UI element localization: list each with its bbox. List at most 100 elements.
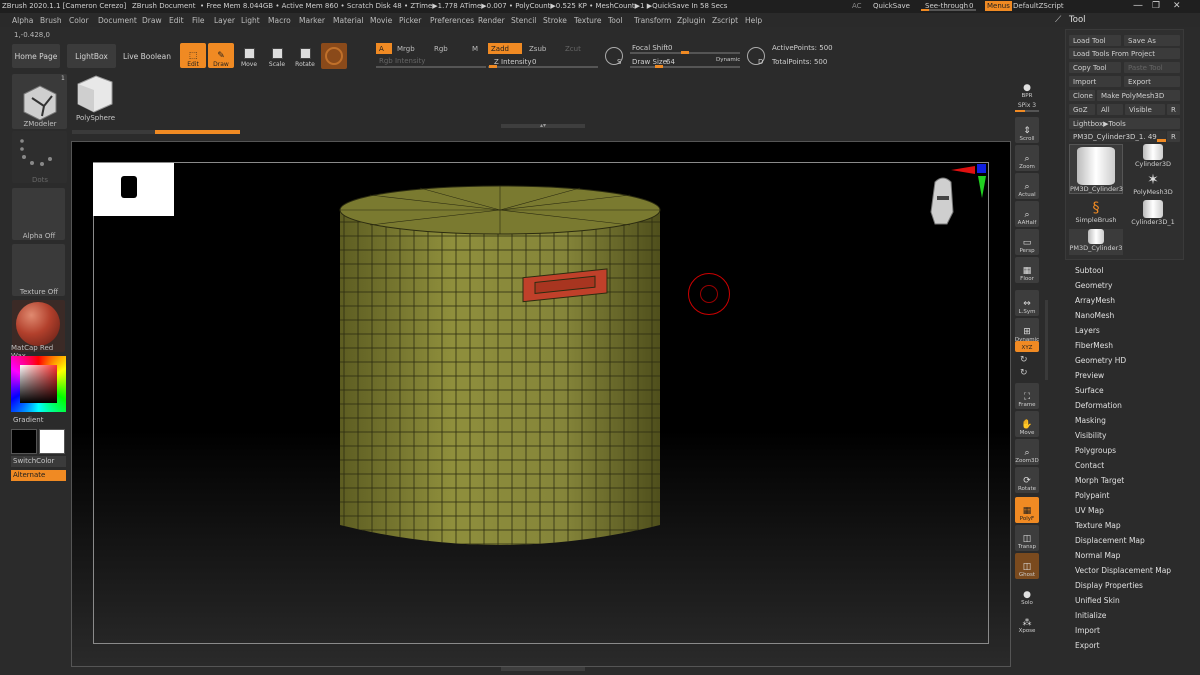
scale-button[interactable]: Scale — [264, 43, 290, 68]
rotate-view-button[interactable]: ⟳ Rotate — [1015, 467, 1039, 493]
menu-picker[interactable]: Picker — [399, 16, 421, 25]
menu-macro[interactable]: Macro — [268, 16, 291, 25]
menu-help[interactable]: Help — [745, 16, 762, 25]
subpalette-initialize[interactable]: Initialize — [1075, 611, 1106, 620]
paste-tool-button[interactable]: Paste Tool — [1124, 62, 1180, 73]
all-button[interactable]: All — [1097, 104, 1123, 115]
tool-thumb-polymesh3d[interactable]: ✶ PolyMesh3D — [1126, 172, 1180, 200]
switchcolor-button[interactable]: SwitchColor — [11, 456, 66, 467]
lsym-button[interactable]: ⇔ L.Sym — [1015, 290, 1039, 316]
polysphere-thumb[interactable] — [72, 72, 116, 116]
alternate-button[interactable]: Alternate — [11, 470, 66, 481]
gradient-label[interactable]: Gradient — [13, 416, 43, 424]
menu-file[interactable]: File — [192, 16, 205, 25]
shelf-collapse-handle[interactable]: ▴▾ — [501, 123, 585, 129]
menu-zscript[interactable]: Zscript — [712, 16, 738, 25]
mrgb-button[interactable]: Mrgb — [394, 43, 428, 54]
tool-thumb-cylinder3d-1[interactable]: Cylinder3D_1 — [1126, 200, 1180, 228]
menu-stroke[interactable]: Stroke — [543, 16, 567, 25]
color-picker[interactable] — [11, 356, 66, 412]
menu-zplugin[interactable]: Zplugin — [677, 16, 705, 25]
subpalette-display-properties[interactable]: Display Properties — [1075, 581, 1143, 590]
visible-button[interactable]: Visible — [1125, 104, 1165, 115]
tool-thumb-pm3d-cylinder[interactable]: PM3D_Cylinder3 — [1069, 144, 1123, 194]
save-as-button[interactable]: Save As — [1124, 35, 1180, 46]
subpalette-layers[interactable]: Layers — [1075, 326, 1100, 335]
default-zscript[interactable]: DefaultZScript — [1013, 2, 1064, 10]
zoom3d-button[interactable]: ⌕ Zoom3D — [1015, 439, 1039, 465]
scroll-button[interactable]: ⇕ Scroll — [1015, 117, 1039, 143]
frame-button[interactable]: ⛶ Frame — [1015, 383, 1039, 409]
subpalette-texture-map[interactable]: Texture Map — [1075, 521, 1121, 530]
menu-material[interactable]: Material — [333, 16, 363, 25]
menu-alpha[interactable]: Alpha — [12, 16, 33, 25]
lightbox-tools-button[interactable]: Lightbox▶Tools — [1069, 118, 1180, 129]
xpose-button[interactable]: ⁂ Xpose — [1015, 609, 1039, 635]
menu-layer[interactable]: Layer — [214, 16, 235, 25]
floor-button[interactable]: ▦ Floor — [1015, 257, 1039, 283]
clone-button[interactable]: Clone — [1069, 90, 1095, 101]
navigation-thumbnail[interactable] — [93, 163, 174, 216]
menu-movie[interactable]: Movie — [370, 16, 392, 25]
menus-toggle[interactable]: Menus — [985, 1, 1012, 11]
subpalette-import[interactable]: Import — [1075, 626, 1100, 635]
import-button[interactable]: Import — [1069, 76, 1121, 87]
lightbox-button[interactable]: LightBox — [67, 44, 116, 68]
rgb-button[interactable]: Rgb — [431, 43, 461, 54]
goz-button[interactable]: GoZ — [1069, 104, 1095, 115]
export-button[interactable]: Export — [1124, 76, 1180, 87]
menu-marker[interactable]: Marker — [299, 16, 325, 25]
menu-render[interactable]: Render — [478, 16, 505, 25]
z-intensity-knob[interactable] — [489, 65, 497, 68]
dynamic-label[interactable]: Dynamic — [716, 57, 740, 63]
menu-brush[interactable]: Brush — [40, 16, 62, 25]
persp-button[interactable]: ▭ Persp — [1015, 229, 1039, 255]
subpalette-polypaint[interactable]: Polypaint — [1075, 491, 1110, 500]
orientation-gizmo[interactable] — [925, 160, 995, 240]
subpalette-normal-map[interactable]: Normal Map — [1075, 551, 1120, 560]
draw-size-slider[interactable] — [630, 66, 740, 68]
spix-slider[interactable] — [1015, 110, 1039, 112]
menu-texture[interactable]: Texture — [574, 16, 601, 25]
rotate-z-icon[interactable]: ↻ — [1020, 368, 1028, 378]
spix-label[interactable]: SPix 3 — [1015, 102, 1039, 109]
zcut-button[interactable]: Zcut — [562, 43, 590, 54]
edit-button[interactable]: ⬚ Edit — [180, 43, 206, 68]
subpalette-subtool[interactable]: Subtool — [1075, 266, 1103, 275]
menu-preferences[interactable]: Preferences — [430, 16, 474, 25]
restore-icon[interactable]: ❐ — [1152, 1, 1160, 11]
load-tool-button[interactable]: Load Tool — [1069, 35, 1121, 46]
make-polymesh3d-button[interactable]: Make PolyMesh3D — [1097, 90, 1180, 101]
ghost-button[interactable]: ◫ Ghost — [1015, 553, 1039, 579]
actual-button[interactable]: ⌕ Actual — [1015, 173, 1039, 199]
close-icon[interactable]: ✕ — [1173, 1, 1181, 11]
menu-transform[interactable]: Transform — [634, 16, 671, 25]
zsub-button[interactable]: Zsub — [526, 43, 560, 54]
secondary-color-swatch[interactable] — [11, 429, 37, 454]
tool-thumb-cylinder3d[interactable]: Cylinder3D — [1126, 144, 1180, 172]
r-button[interactable]: R — [1167, 104, 1180, 115]
menu-stencil[interactable]: Stencil — [511, 16, 536, 25]
ac-toggle[interactable]: AC — [852, 2, 862, 10]
quicksave-button[interactable]: QuickSave — [873, 2, 910, 10]
current-tool-slider[interactable]: PM3D_Cylinder3D_1. 49 — [1069, 131, 1166, 142]
z-intensity-slider[interactable] — [488, 66, 598, 68]
rgb-intensity-slider[interactable] — [376, 66, 486, 68]
subpalette-nanomesh[interactable]: NanoMesh — [1075, 311, 1114, 320]
focal-shift-knob[interactable] — [681, 51, 689, 54]
bpr-button[interactable]: ● BPR — [1015, 74, 1039, 100]
home-page-button[interactable]: Home Page — [12, 44, 60, 68]
subpalette-fibermesh[interactable]: FiberMesh — [1075, 341, 1113, 350]
menu-light[interactable]: Light — [241, 16, 260, 25]
tool-thumb-pm3d-cylinder-2[interactable]: PM3D_Cylinder3 — [1069, 229, 1123, 255]
subpalette-arraymesh[interactable]: ArrayMesh — [1075, 296, 1115, 305]
live-boolean-button[interactable]: Live Boolean — [121, 44, 173, 68]
zoom-button[interactable]: ⌕ Zoom — [1015, 145, 1039, 171]
aahalf-button[interactable]: ⌕ AAHalf — [1015, 201, 1039, 227]
see-through-slider[interactable] — [921, 9, 976, 11]
current-tool-knob[interactable] — [1157, 139, 1166, 142]
xyz-button[interactable]: XYZ — [1015, 341, 1039, 352]
subpalette-geometry[interactable]: Geometry — [1075, 281, 1112, 290]
subpalette-unified-skin[interactable]: Unified Skin — [1075, 596, 1120, 605]
draw-button[interactable]: ✎ Draw — [208, 43, 234, 68]
